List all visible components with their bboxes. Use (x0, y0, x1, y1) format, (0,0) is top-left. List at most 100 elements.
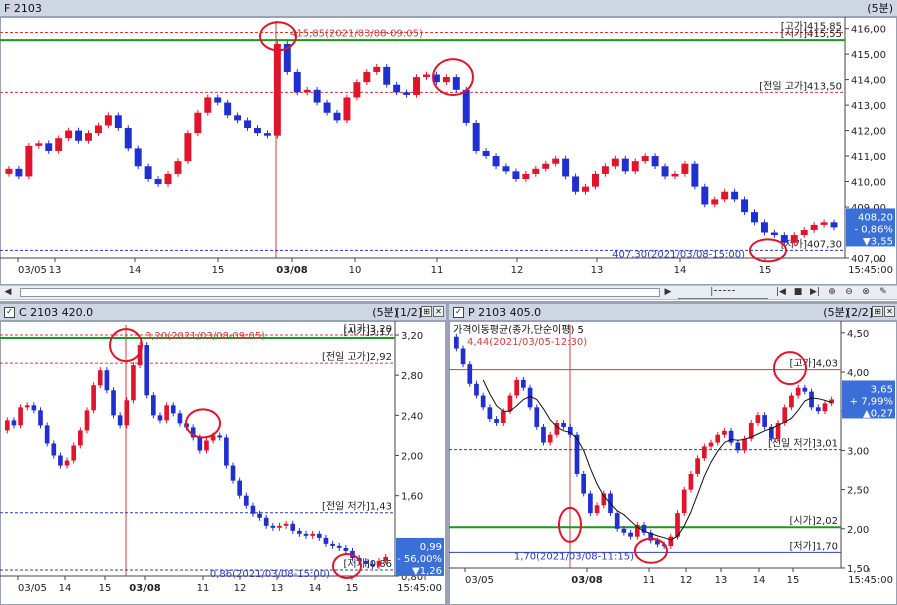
candle (561, 422, 566, 427)
zoom-out-icon[interactable]: ⊖ (843, 287, 855, 298)
candle (55, 138, 63, 151)
candle (4, 420, 10, 431)
candle (104, 115, 112, 126)
put-panel-page: [2/2] (846, 306, 873, 319)
candle (393, 84, 401, 93)
candle (521, 379, 526, 388)
candle (514, 379, 520, 396)
candle (164, 405, 169, 421)
top-panel-timeframe[interactable]: (5분) (867, 0, 893, 17)
candle (762, 415, 767, 427)
candle (755, 415, 761, 423)
current-change: ▲0,27 (863, 408, 893, 419)
put-panel-checkbox[interactable]: ✓ (453, 306, 464, 318)
x-tick-label: 14 (674, 265, 687, 276)
low-label: [저가]407,30 (781, 238, 842, 250)
x-tick-label: 12 (511, 265, 524, 276)
candle (117, 415, 123, 426)
zoom-in-icon[interactable]: ⊕ (826, 287, 838, 298)
candle (742, 438, 747, 451)
candle (467, 364, 473, 384)
candle (144, 166, 152, 179)
candle (35, 143, 43, 146)
x-tick-label: 03/05 (18, 265, 47, 276)
candle (254, 128, 261, 134)
candle (482, 150, 490, 157)
wrench-icon[interactable]: ✎ (877, 287, 889, 298)
y-tick-label: 3,00 (847, 446, 869, 457)
candle (582, 186, 589, 192)
x-tick-label: 13 (591, 265, 604, 276)
candle (502, 166, 510, 172)
candle (111, 390, 116, 416)
y-tick-label: 412,00 (851, 127, 886, 138)
scroll-thumb[interactable] (20, 288, 660, 297)
futures-chart[interactable]: 416,00 415,00 414,00 413,00 412,00 411,00 410,… (0, 17, 897, 285)
candle (290, 523, 296, 531)
candle (31, 405, 37, 411)
candle (691, 163, 699, 187)
put-panel-close-icon[interactable]: ✕ (884, 306, 895, 317)
call-panel-timeframe[interactable]: (5분) (372, 304, 398, 321)
candle (708, 442, 714, 447)
candle (273, 43, 281, 136)
candle (363, 71, 371, 83)
stop-icon[interactable]: ■ (792, 287, 804, 298)
candle (297, 530, 302, 534)
y-tick-label: 414,00 (851, 76, 886, 87)
candle (15, 168, 23, 177)
candle (588, 493, 593, 514)
low-label: [저가]1,70 (790, 540, 838, 552)
first-icon[interactable]: |◀ (775, 287, 787, 298)
candle (760, 222, 768, 233)
top-scrollbar[interactable]: ◀ ▶ |⁃⁃⁃⁃⁃ |◀ ■ ▶| ⊕ ⊖ ⊗ ✎ (0, 285, 897, 300)
x-tick-label: 03/08 (129, 583, 161, 594)
x-tick-label: 15:45:00 (397, 583, 442, 594)
candle (507, 395, 513, 412)
call-panel-checkbox[interactable]: ✓ (4, 306, 15, 318)
high-annotation: 415,85(2021/03/08-09:05) (290, 28, 423, 39)
candle (522, 173, 530, 179)
call-panel-close-icon[interactable]: ✕ (433, 306, 444, 317)
candle (204, 440, 209, 451)
candle (217, 435, 223, 438)
y-tick-label: 415,00 (851, 50, 886, 61)
candle (532, 168, 540, 174)
put-option-chart[interactable]: 4,504,003,503,002,502,001,5003/0503/0811… (449, 321, 897, 605)
put-panel-expand-icon[interactable]: ⊞ (872, 306, 883, 317)
candle (671, 173, 679, 177)
candle (628, 532, 633, 537)
next-icon[interactable]: ▶| (809, 287, 821, 298)
top-panel-title: F 2103 (4, 2, 42, 15)
x-tick-label: 15 (787, 575, 800, 586)
call-option-chart[interactable]: 3,202,802,402,001,600,8003/05 14 15 03/08 11… (0, 321, 446, 605)
candle (250, 505, 256, 514)
candle (283, 523, 289, 526)
put-panel-timeframe[interactable]: (5분) (823, 304, 849, 321)
candle (330, 543, 335, 546)
candle (5, 168, 13, 174)
call-panel-expand-icon[interactable]: ⊞ (421, 306, 432, 317)
zoom-slider-icon[interactable]: |⁃⁃⁃⁃⁃ (678, 287, 768, 299)
candle (701, 186, 709, 205)
candle (293, 71, 301, 93)
current-change: ▼1,26 (412, 566, 442, 577)
zoom-reset-icon[interactable]: ⊗ (860, 287, 872, 298)
x-tick-label: 14 (59, 583, 72, 594)
candle (310, 533, 315, 536)
candle (695, 458, 700, 474)
x-tick-label: 13 (715, 575, 728, 586)
candle (75, 130, 83, 141)
put-panel-title: P 2103 405.0 (468, 306, 542, 319)
high-annotation: 3,20(2021/03/08-09:05) (145, 331, 265, 342)
candle (170, 405, 176, 414)
candle (494, 419, 499, 423)
candle (815, 407, 821, 412)
x-tick-label: 14 (753, 575, 766, 586)
scroll-right-icon[interactable]: ▶ (662, 287, 674, 298)
candle (460, 348, 466, 365)
x-tick-label: 03/08 (276, 265, 308, 276)
candle (534, 407, 540, 427)
candle (741, 199, 749, 213)
scroll-left-icon[interactable]: ◀ (2, 287, 14, 298)
